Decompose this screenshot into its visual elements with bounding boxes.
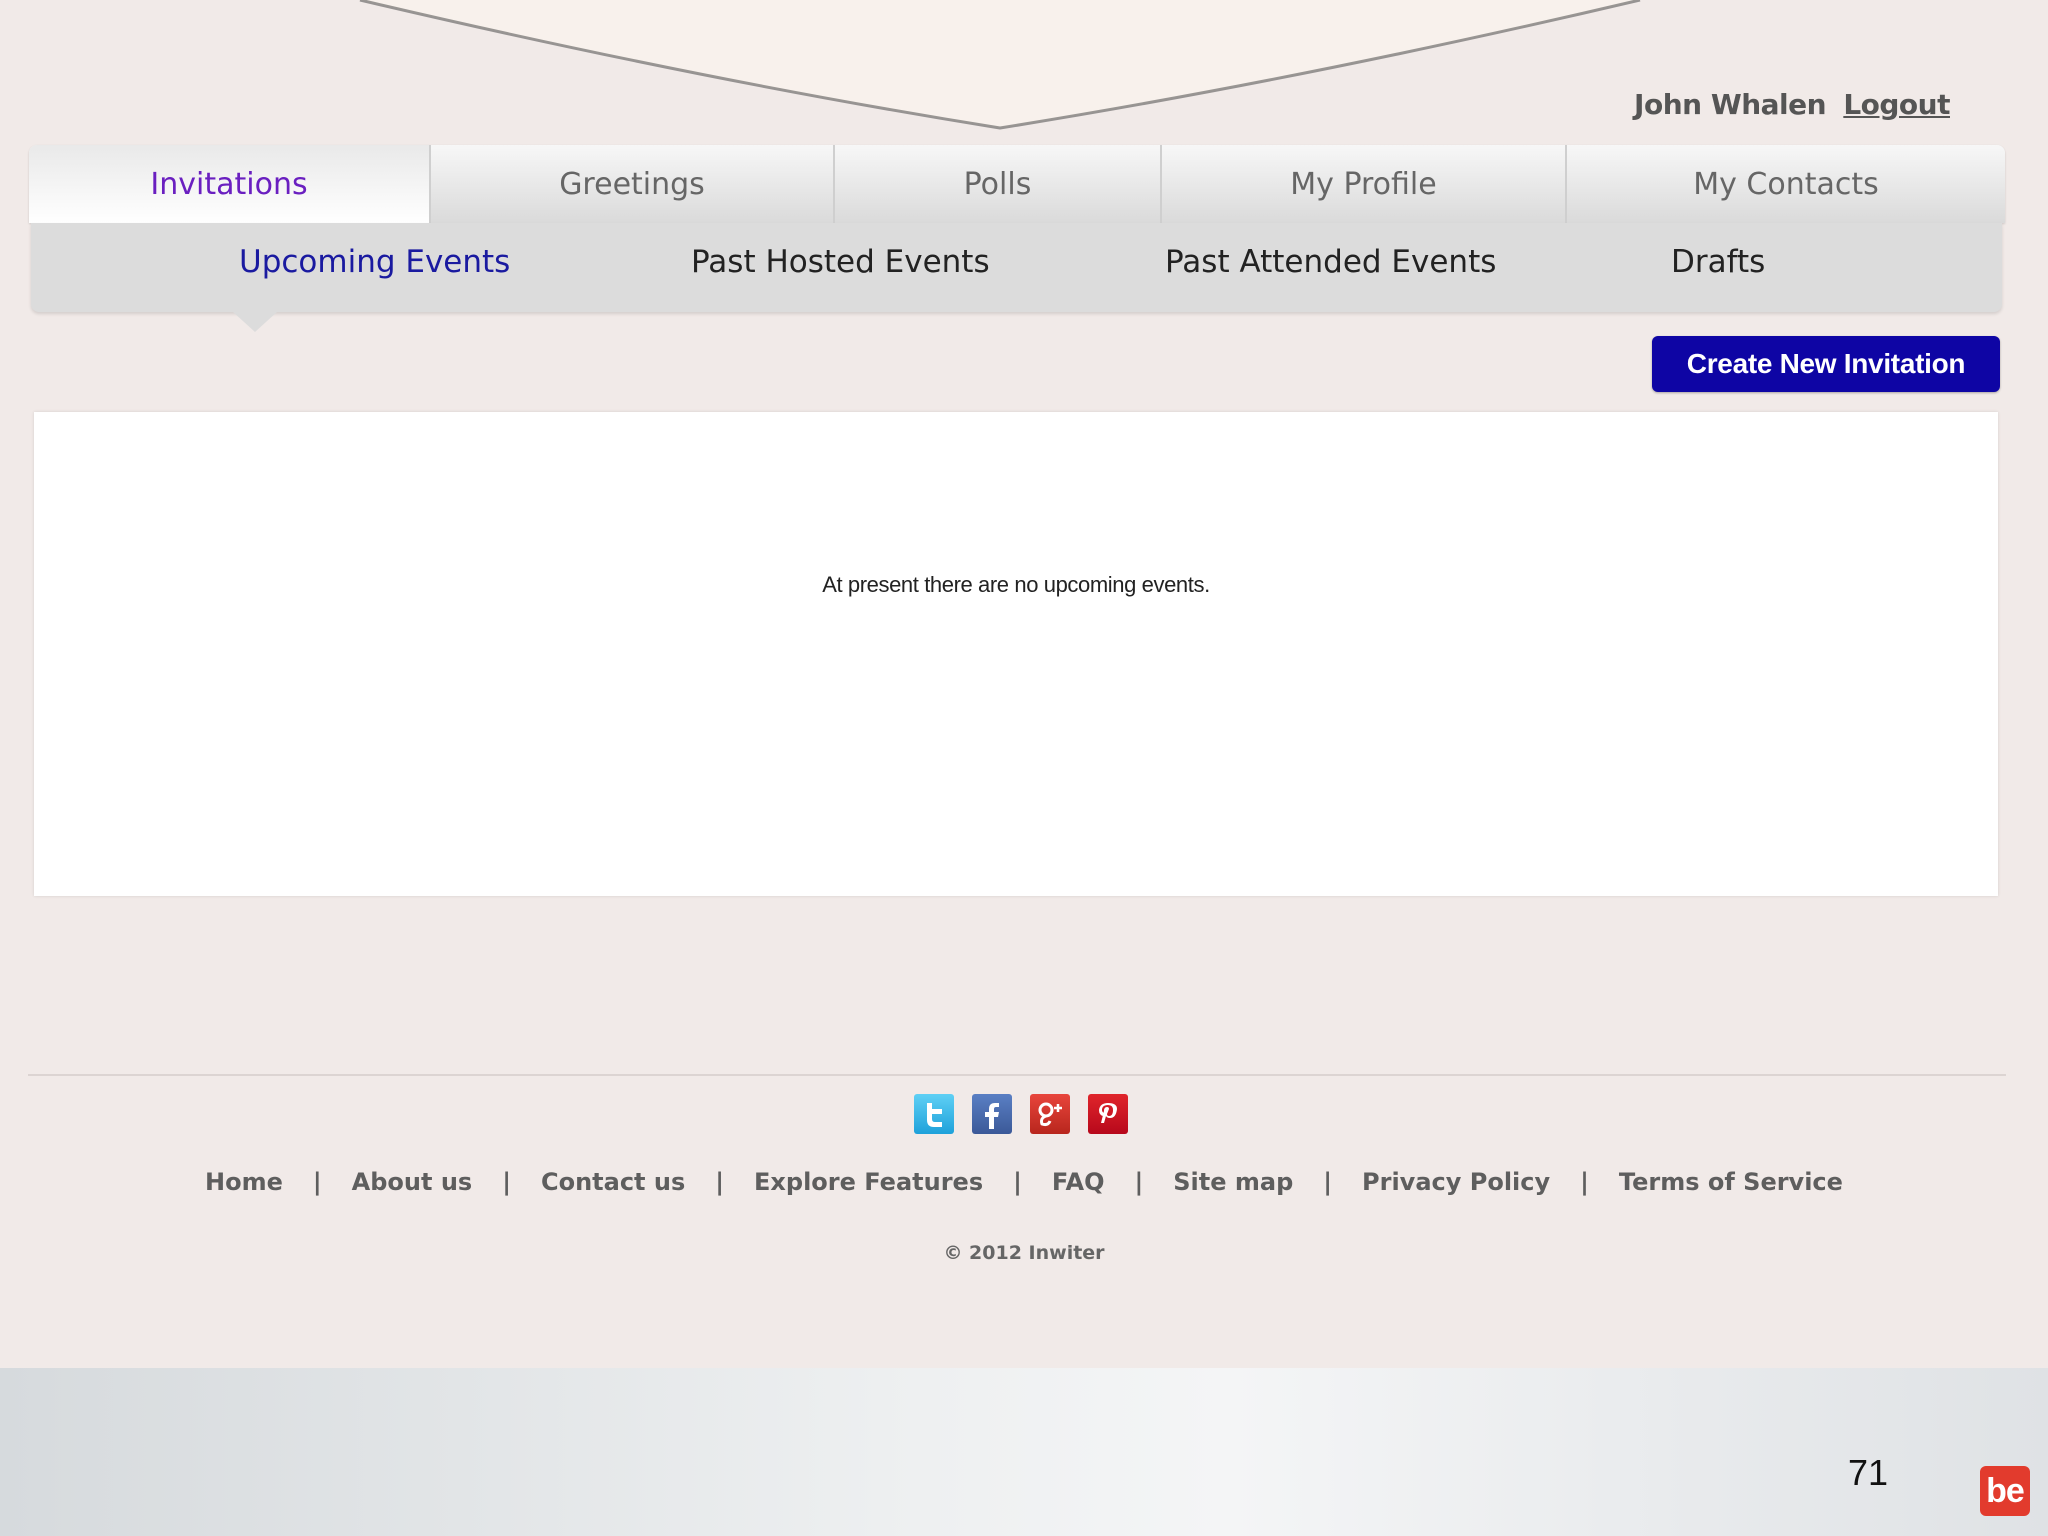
footer-separator: | — [715, 1168, 725, 1196]
subtab-drafts[interactable]: Drafts — [1671, 223, 1765, 312]
footer-separator: | — [1580, 1168, 1589, 1196]
pinterest-icon[interactable] — [1088, 1094, 1128, 1134]
footer-link-home[interactable]: Home — [205, 1168, 283, 1196]
twitter-glyph — [927, 1103, 942, 1127]
footer-links: Home | About us | Contact us | Explore F… — [0, 1168, 2048, 1196]
footer-link-privacy-policy[interactable]: Privacy Policy — [1362, 1168, 1550, 1196]
subtab-past-hosted-events[interactable]: Past Hosted Events — [691, 223, 990, 312]
facebook-glyph — [985, 1103, 999, 1129]
footer-link-about-us[interactable]: About us — [352, 1168, 473, 1196]
empty-state-message: At present there are no upcoming events. — [822, 572, 1210, 597]
tab-my-contacts[interactable]: My Contacts — [1567, 145, 2005, 223]
user-bar: John Whalen Logout — [1634, 88, 1950, 121]
footer-link-site-map[interactable]: Site map — [1173, 1168, 1293, 1196]
footer-link-faq[interactable]: FAQ — [1052, 1168, 1105, 1196]
active-subtab-pointer — [233, 312, 277, 332]
slide-footer-band — [0, 1368, 2048, 1536]
sub-tabs: Upcoming Events Past Hosted Events Past … — [31, 223, 2002, 312]
behance-logo-icon: be — [1980, 1466, 2030, 1516]
footer-separator: | — [502, 1168, 511, 1196]
slide-page-number: 71 — [1848, 1452, 1889, 1493]
user-name: John Whalen — [1634, 88, 1827, 121]
create-new-invitation-button[interactable]: Create New Invitation — [1652, 336, 2000, 392]
footer-link-explore-features[interactable]: Explore Features — [754, 1168, 983, 1196]
google-plus-glyph — [1038, 1102, 1062, 1127]
footer-link-contact-us[interactable]: Contact us — [541, 1168, 685, 1196]
copyright: © 2012 Inwiter — [943, 1242, 1105, 1264]
twitter-icon[interactable] — [914, 1094, 954, 1134]
tab-invitations[interactable]: Invitations — [29, 145, 431, 223]
subtab-past-attended-events[interactable]: Past Attended Events — [1165, 223, 1496, 312]
main-tabs: Invitations Greetings Polls My Profile M… — [29, 145, 2005, 223]
events-panel: At present there are no upcoming events. — [34, 412, 1998, 896]
google-plus-icon[interactable] — [1030, 1094, 1070, 1134]
logout-link[interactable]: Logout — [1843, 88, 1950, 121]
envelope-header-decoration — [359, 0, 1641, 130]
tab-greetings[interactable]: Greetings — [431, 145, 835, 223]
footer-separator: | — [1323, 1168, 1333, 1196]
tab-polls[interactable]: Polls — [835, 145, 1162, 223]
subtab-upcoming-events[interactable]: Upcoming Events — [239, 223, 510, 312]
footer-separator: | — [1013, 1168, 1022, 1196]
tab-my-profile[interactable]: My Profile — [1162, 145, 1567, 223]
facebook-icon[interactable] — [972, 1094, 1012, 1134]
footer-separator: | — [312, 1168, 322, 1196]
footer-divider — [28, 1074, 2006, 1076]
pinterest-glyph — [1099, 1103, 1117, 1123]
footer-link-terms-of-service[interactable]: Terms of Service — [1619, 1168, 1843, 1196]
footer-separator: | — [1134, 1168, 1144, 1196]
social-links — [914, 1094, 1128, 1134]
